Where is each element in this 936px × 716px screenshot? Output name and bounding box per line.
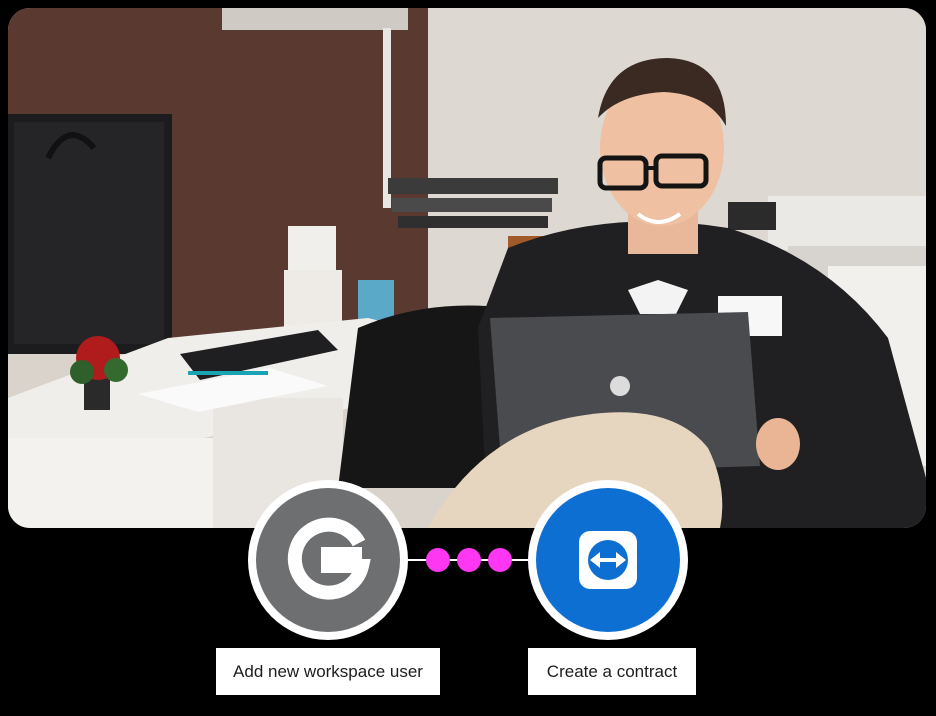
- google-app-disc: [256, 488, 400, 632]
- connector-dot: [488, 548, 512, 572]
- hero-photo: [8, 8, 926, 528]
- teamviewer-app-node[interactable]: [528, 480, 688, 640]
- office-photo-illustration: [8, 8, 926, 528]
- teamviewer-icon-card: [579, 531, 637, 589]
- connector-dot: [457, 548, 481, 572]
- google-app-node[interactable]: [248, 480, 408, 640]
- teamviewer-icon: [588, 540, 628, 580]
- google-icon: [287, 517, 371, 600]
- connector-dots: [426, 548, 512, 572]
- step-label-create-contract: Create a contract: [528, 648, 696, 695]
- step-label-add-workspace-user: Add new workspace user: [216, 648, 440, 695]
- teamviewer-app-disc: [536, 488, 680, 632]
- connector-dot: [426, 548, 450, 572]
